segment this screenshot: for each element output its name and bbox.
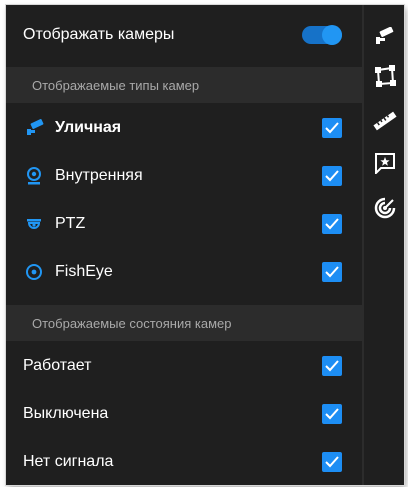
fisheye-checkbox[interactable] bbox=[322, 262, 342, 282]
camera-state-off-row[interactable]: Выключена bbox=[6, 391, 362, 437]
cctv-camera-icon[interactable] bbox=[372, 23, 398, 49]
camera-state-label: Работает bbox=[23, 357, 92, 374]
check-icon bbox=[325, 408, 339, 420]
check-icon bbox=[325, 360, 339, 372]
check-icon bbox=[325, 456, 339, 468]
check-icon bbox=[325, 170, 339, 182]
street-checkbox[interactable] bbox=[322, 118, 342, 138]
camera-type-indoor-row[interactable]: Внутренняя bbox=[6, 153, 362, 199]
camera-state-label: Выключена bbox=[23, 405, 109, 422]
camera-state-no-signal-row[interactable]: Нет сигнала bbox=[6, 439, 362, 485]
show-cameras-row[interactable]: Отображать камеры bbox=[6, 12, 362, 58]
toggle-knob bbox=[322, 25, 342, 45]
ruler-icon[interactable] bbox=[372, 108, 398, 134]
layers-panel-window: Отображать камеры Отображаемые типы каме… bbox=[6, 5, 404, 485]
camera-state-working-row[interactable]: Работает bbox=[6, 343, 362, 389]
working-checkbox[interactable] bbox=[322, 356, 342, 376]
street-camera-icon bbox=[24, 117, 46, 139]
camera-type-street-row[interactable]: Уличная bbox=[6, 105, 362, 151]
camera-type-fisheye-row[interactable]: FishEye bbox=[6, 249, 362, 295]
radar-icon[interactable] bbox=[372, 195, 398, 221]
off-checkbox[interactable] bbox=[322, 404, 342, 424]
camera-type-label: Внутренняя bbox=[55, 167, 143, 184]
camera-states-header: Отображаемые состояния камер bbox=[32, 315, 232, 331]
ptz-checkbox[interactable] bbox=[322, 214, 342, 234]
ptz-camera-icon bbox=[24, 214, 44, 234]
camera-states-section-header: Отображаемые состояния камер bbox=[6, 305, 362, 341]
show-cameras-label: Отображать камеры bbox=[23, 26, 175, 43]
camera-type-ptz-row[interactable]: PTZ bbox=[6, 201, 362, 247]
camera-type-label: PTZ bbox=[55, 215, 86, 232]
camera-types-header: Отображаемые типы камер bbox=[32, 77, 200, 93]
check-icon bbox=[325, 218, 339, 230]
tools-sidebar bbox=[364, 5, 404, 485]
check-icon bbox=[325, 122, 339, 134]
camera-type-label: FishEye bbox=[55, 263, 113, 280]
polygon-icon[interactable] bbox=[372, 63, 398, 89]
camera-filter-panel: Отображать камеры Отображаемые типы каме… bbox=[6, 5, 362, 485]
star-comment-icon[interactable] bbox=[372, 150, 398, 176]
fisheye-camera-icon bbox=[24, 262, 44, 282]
camera-type-label: Уличная bbox=[55, 119, 122, 136]
show-cameras-toggle[interactable] bbox=[302, 25, 342, 45]
no-signal-checkbox[interactable] bbox=[322, 452, 342, 472]
camera-types-section-header: Отображаемые типы камер bbox=[6, 67, 362, 103]
camera-state-label: Нет сигнала bbox=[23, 453, 114, 470]
indoor-camera-icon bbox=[24, 166, 44, 186]
check-icon bbox=[325, 266, 339, 278]
indoor-checkbox[interactable] bbox=[322, 166, 342, 186]
